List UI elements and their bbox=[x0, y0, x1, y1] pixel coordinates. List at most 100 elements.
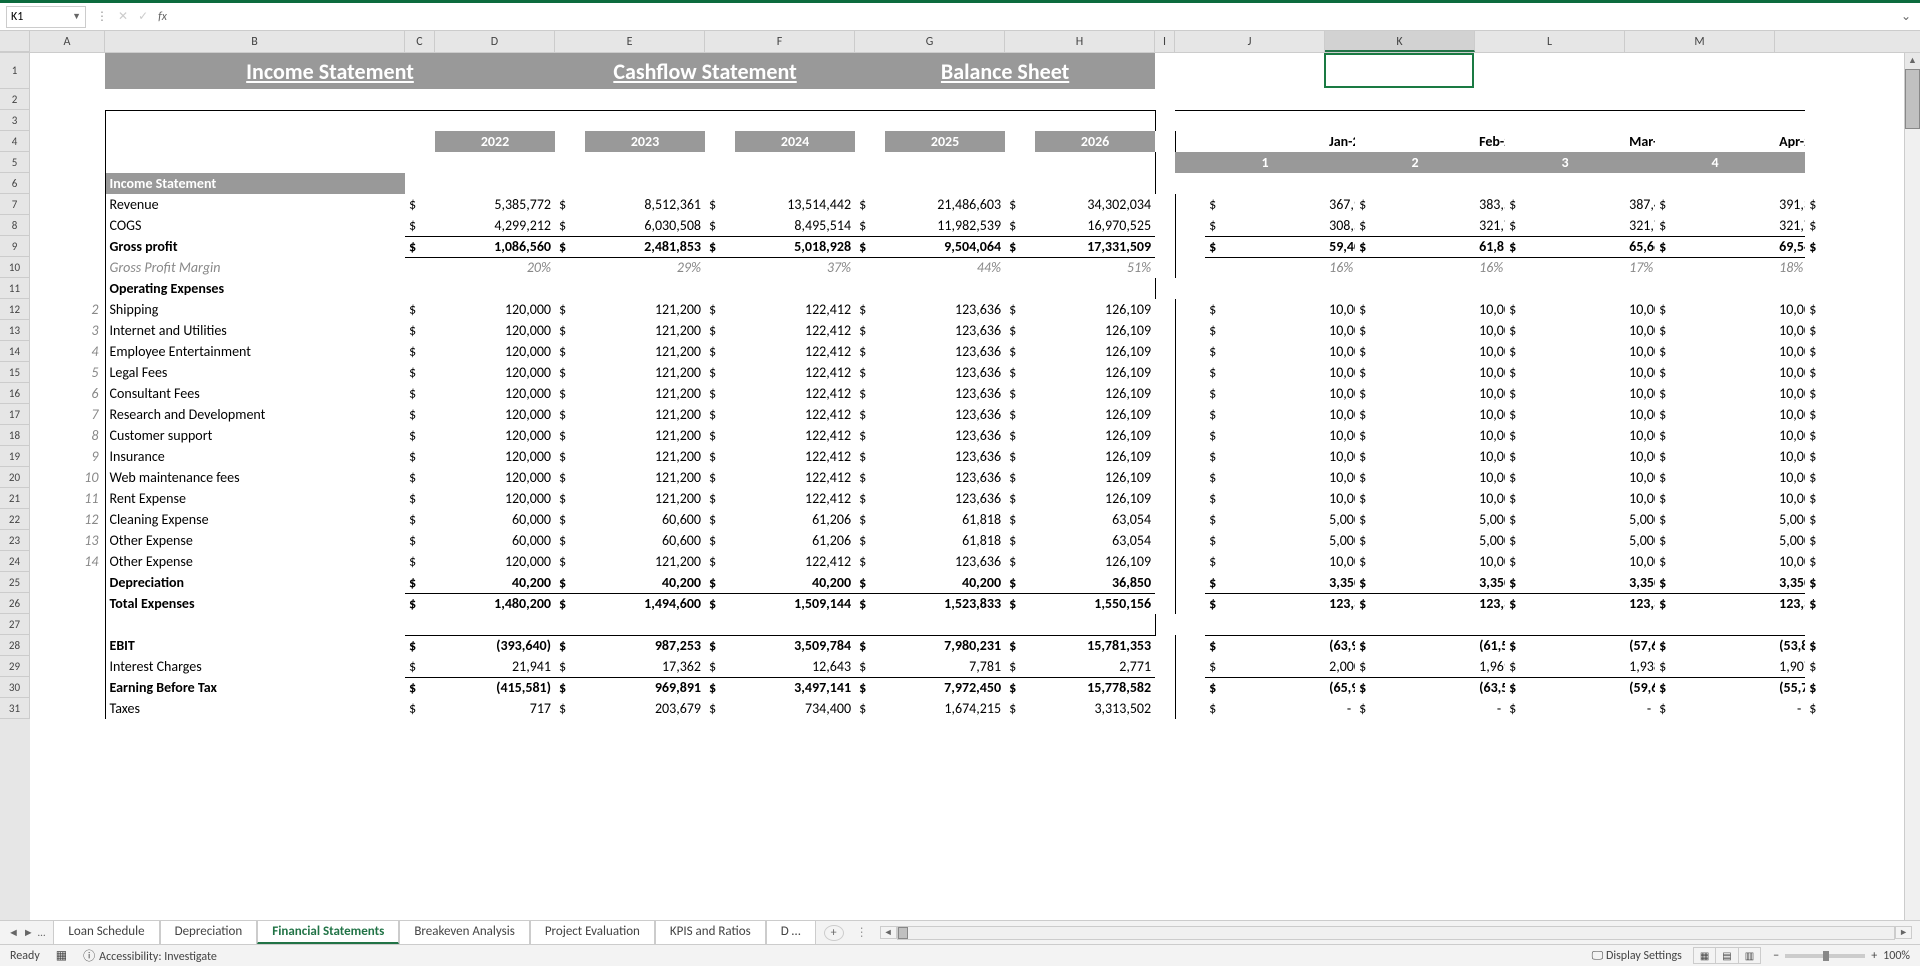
val-m-ebt-2: (59,628) bbox=[1625, 677, 1655, 698]
opex-m-12-2: 10,000 bbox=[1625, 551, 1655, 572]
scroll-right-icon[interactable]: ► bbox=[1895, 926, 1912, 939]
zoom-level[interactable]: 100% bbox=[1883, 949, 1910, 963]
name-box[interactable]: K1 ▼ bbox=[6, 6, 86, 28]
horizontal-scrollbar[interactable]: ◄ ► bbox=[880, 925, 1912, 941]
row-header-6[interactable]: 6 bbox=[0, 173, 30, 194]
page-break-icon[interactable]: ▥ bbox=[1738, 947, 1761, 964]
zoom-in-icon[interactable]: + bbox=[1871, 949, 1877, 963]
row-header-20[interactable]: 20 bbox=[0, 467, 30, 488]
row-header-24[interactable]: 24 bbox=[0, 551, 30, 572]
row-header-2[interactable]: 2 bbox=[0, 89, 30, 110]
row-header-27[interactable]: 27 bbox=[0, 614, 30, 635]
row-header-12[interactable]: 12 bbox=[0, 299, 30, 320]
val-y-int-2: 12,643 bbox=[735, 656, 855, 677]
accessibility-status[interactable]: ⓘAccessibility: Investigate bbox=[83, 947, 217, 964]
val-m-int-2: 1,938 bbox=[1625, 656, 1655, 677]
row-header-19[interactable]: 19 bbox=[0, 446, 30, 467]
row-header-26[interactable]: 26 bbox=[0, 593, 30, 614]
col-header-H[interactable]: H bbox=[1005, 31, 1155, 52]
scroll-left-icon[interactable]: ◄ bbox=[880, 926, 897, 939]
opex-label-4: Consultant Fees bbox=[105, 383, 405, 404]
sheet-tab-financial-statements[interactable]: Financial Statements bbox=[257, 921, 399, 944]
val-m-dep-2: 3,350 bbox=[1625, 572, 1655, 593]
col-header-A[interactable]: A bbox=[30, 31, 105, 52]
row-header-10[interactable]: 10 bbox=[0, 257, 30, 278]
val-m-cogs-2: 321,786 bbox=[1625, 215, 1655, 236]
row-header-4[interactable]: 4 bbox=[0, 131, 30, 152]
row-header-28[interactable]: 28 bbox=[0, 635, 30, 656]
zoom-slider[interactable] bbox=[1785, 954, 1865, 958]
select-all[interactable] bbox=[0, 31, 30, 52]
col-header-D[interactable]: D bbox=[435, 31, 555, 52]
normal-view-icon[interactable]: ▦ bbox=[1693, 947, 1716, 964]
col-header-K[interactable]: K bbox=[1325, 31, 1475, 52]
col-header-I[interactable]: I bbox=[1155, 31, 1175, 52]
opex-y-10-0: 60,000 bbox=[435, 509, 555, 530]
display-settings-button[interactable]: 🖵 Display Settings bbox=[1592, 949, 1682, 963]
tab-first-icon[interactable]: ◄ bbox=[8, 926, 19, 939]
spreadsheet-grid[interactable]: Income StatementCashflow StatementBalanc… bbox=[30, 53, 1900, 719]
formula-input[interactable] bbox=[167, 6, 1896, 28]
opex-y-11-4: 63,054 bbox=[1035, 530, 1155, 551]
zoom-out-icon[interactable]: − bbox=[1773, 949, 1779, 963]
zoom-control[interactable]: − + 100% bbox=[1773, 949, 1910, 963]
row-header-18[interactable]: 18 bbox=[0, 425, 30, 446]
row-header-14[interactable]: 14 bbox=[0, 341, 30, 362]
row-header-22[interactable]: 22 bbox=[0, 509, 30, 530]
confirm-icon[interactable]: ✓ bbox=[138, 9, 148, 24]
opex-y-6-1: 121,200 bbox=[585, 425, 705, 446]
sheet-tab-project-evaluation[interactable]: Project Evaluation bbox=[530, 921, 655, 944]
row-header-29[interactable]: 29 bbox=[0, 656, 30, 677]
row-header-13[interactable]: 13 bbox=[0, 320, 30, 341]
val-y-gross-0: 1,086,560 bbox=[435, 236, 555, 257]
row-header-31[interactable]: 31 bbox=[0, 698, 30, 719]
row-header-3[interactable]: 3 bbox=[0, 110, 30, 131]
row-header-16[interactable]: 16 bbox=[0, 383, 30, 404]
row-header-5[interactable]: 5 bbox=[0, 152, 30, 173]
sheet-tab-depreciation[interactable]: Depreciation bbox=[160, 921, 258, 944]
col-header-B[interactable]: B bbox=[105, 31, 405, 52]
sheet-tab-breakeven-analysis[interactable]: Breakeven Analysis bbox=[399, 921, 529, 944]
cells[interactable]: Income StatementCashflow StatementBalanc… bbox=[30, 53, 1920, 950]
col-header-J[interactable]: J bbox=[1175, 31, 1325, 52]
row-header-21[interactable]: 21 bbox=[0, 488, 30, 509]
macro-icon[interactable]: ▦ bbox=[56, 948, 67, 963]
scroll-thumb[interactable] bbox=[1905, 69, 1920, 129]
opex-y-1-3: 123,636 bbox=[885, 320, 1005, 341]
row-header-11[interactable]: 11 bbox=[0, 278, 30, 299]
sheet-tab-loan-schedule[interactable]: Loan Schedule bbox=[53, 921, 159, 944]
col-header-E[interactable]: E bbox=[555, 31, 705, 52]
row-header-30[interactable]: 30 bbox=[0, 677, 30, 698]
vertical-scrollbar[interactable]: ▲ bbox=[1904, 53, 1920, 950]
row-header-7[interactable]: 7 bbox=[0, 194, 30, 215]
row-header-15[interactable]: 15 bbox=[0, 362, 30, 383]
row-header-1[interactable]: 1 bbox=[0, 53, 30, 89]
col-header-F[interactable]: F bbox=[705, 31, 855, 52]
opex-y-0-4: 126,109 bbox=[1035, 299, 1155, 320]
row-header-8[interactable]: 8 bbox=[0, 215, 30, 236]
col-header-G[interactable]: G bbox=[855, 31, 1005, 52]
opex-m-1-2: 10,000 bbox=[1625, 320, 1655, 341]
formula-expand-icon[interactable]: ⌄ bbox=[1896, 9, 1916, 24]
opex-y-10-1: 60,600 bbox=[585, 509, 705, 530]
col-header-C[interactable]: C bbox=[405, 31, 435, 52]
month-Mar-22: Mar-22 bbox=[1625, 131, 1655, 152]
col-header-L[interactable]: L bbox=[1475, 31, 1625, 52]
view-buttons[interactable]: ▦▤▥ bbox=[1694, 949, 1761, 963]
fx-icon[interactable]: fx bbox=[158, 10, 167, 24]
row-header-23[interactable]: 23 bbox=[0, 530, 30, 551]
val-y-cogs-2: 8,495,514 bbox=[735, 215, 855, 236]
page-layout-icon[interactable]: ▤ bbox=[1715, 947, 1738, 964]
sheet-tab-kpis-and-ratios[interactable]: KPIS and Ratios bbox=[655, 921, 766, 944]
cancel-icon[interactable]: ✕ bbox=[118, 9, 128, 24]
tab-more-icon[interactable]: … bbox=[38, 926, 46, 939]
scroll-up-icon[interactable]: ▲ bbox=[1905, 53, 1920, 69]
row-header-9[interactable]: 9 bbox=[0, 236, 30, 257]
sheet-tab-d-[interactable]: D … bbox=[766, 921, 816, 944]
col-header-M[interactable]: M bbox=[1625, 31, 1775, 52]
row-header-25[interactable]: 25 bbox=[0, 572, 30, 593]
row-header-17[interactable]: 17 bbox=[0, 404, 30, 425]
add-sheet-button[interactable]: + bbox=[824, 925, 844, 941]
name-box-dropdown-icon[interactable]: ▼ bbox=[72, 11, 81, 22]
tab-next-icon[interactable]: ► bbox=[23, 926, 34, 939]
